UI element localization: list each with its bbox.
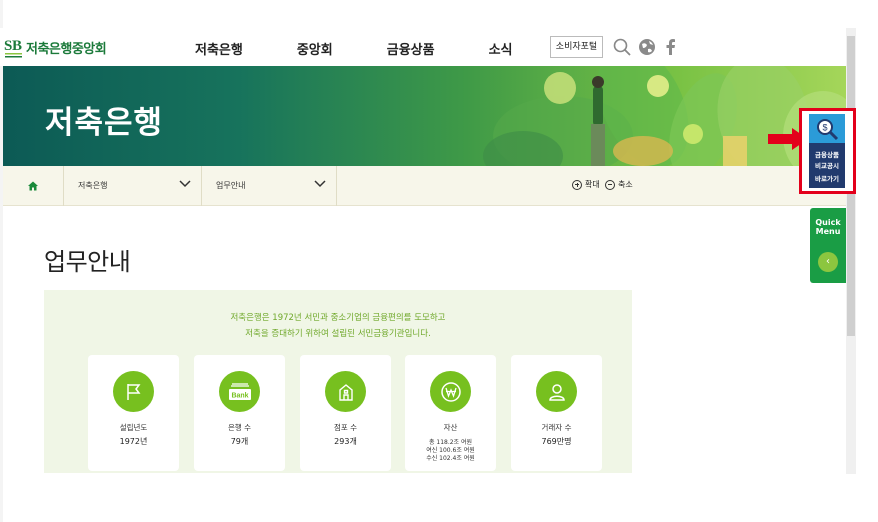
stat-value: 79개 xyxy=(230,437,249,446)
stat-label: 거래자 수 xyxy=(541,423,572,432)
home-button[interactable] xyxy=(3,166,63,206)
stat-label: 은행 수 xyxy=(227,423,252,432)
product-comparison-button[interactable]: $ 금융상품 비교공시 바로가기 xyxy=(809,114,845,188)
zoom-out-label: 축소 xyxy=(618,180,633,189)
business-info-box: 저축은행은 1972년 서민과 중소기업의 금융편의를 도모하고 저축을 증대하… xyxy=(44,290,632,473)
person-icon xyxy=(536,371,577,412)
flag-icon xyxy=(113,371,154,412)
magnifier-coin-icon: $ xyxy=(809,114,845,143)
page-scrollbar[interactable] xyxy=(846,28,856,474)
breadcrumb-level2-label: 업무안내 xyxy=(216,181,246,190)
nav-item-savings-bank[interactable]: 저축은행 xyxy=(195,39,243,58)
site-logo[interactable]: S B 저축은행중앙회 xyxy=(4,35,107,59)
chevron-down-icon xyxy=(314,180,326,188)
quick-menu-toggle-button[interactable]: ‹ xyxy=(818,252,838,272)
breadcrumb-dropdown-level2[interactable]: 업무안내 xyxy=(201,166,337,206)
won-icon xyxy=(430,371,471,412)
nav-item-news[interactable]: 소식 xyxy=(489,39,513,58)
stat-card-assets: 자산 총 118.2조 여원 여신 100.6조 여원 수신 102.4조 여원 xyxy=(405,355,496,471)
consumer-portal-button[interactable]: 소비자포털 xyxy=(550,36,603,58)
globe-icon[interactable] xyxy=(638,38,656,56)
svg-text:$: $ xyxy=(822,122,827,132)
breadcrumb: 저축은행 업무안내 확대 축소 xyxy=(3,166,846,206)
comparison-label-line2: 비교공시 xyxy=(815,162,839,170)
svg-text:B: B xyxy=(12,38,22,54)
intro-line-2: 저축을 증대하기 위하여 설립된 서민금융기관입니다. xyxy=(245,329,431,339)
product-comparison-highlight: $ 금융상품 비교공시 바로가기 xyxy=(799,108,856,194)
stat-label: 점포 수 xyxy=(333,423,358,432)
stat-label: 설립년도 xyxy=(119,423,148,432)
stat-card-customers: 거래자 수 769만명 xyxy=(511,355,602,471)
stat-value: 769만명 xyxy=(541,437,572,446)
stat-card-banks: Bank 은행 수 79개 xyxy=(194,355,285,471)
banner-title: 저축은행 xyxy=(45,105,164,141)
chevron-down-icon xyxy=(179,180,191,188)
quick-menu[interactable]: Quick Menu ‹ xyxy=(810,208,846,283)
nav-item-financial-products[interactable]: 금융상품 xyxy=(387,39,435,58)
asset-detail-deposits: 수신 102.4조 여원 xyxy=(426,455,475,462)
comparison-label-line1: 금융상품 xyxy=(815,151,839,159)
bank-icon: Bank xyxy=(219,371,260,412)
plus-circle-icon xyxy=(572,179,582,190)
stat-value: 293개 xyxy=(334,437,357,446)
zoom-in-button[interactable]: 확대 xyxy=(572,179,600,190)
intro-line-1: 저축은행은 1972년 서민과 중소기업의 금융편의를 도모하고 xyxy=(230,313,446,323)
search-icon[interactable] xyxy=(613,38,631,56)
chevron-left-icon: ‹ xyxy=(826,256,830,267)
minus-circle-icon xyxy=(605,179,615,190)
stat-value: 1972년 xyxy=(119,437,148,446)
zoom-in-label: 확대 xyxy=(585,180,600,189)
hero-banner: 저축은행 xyxy=(3,66,846,166)
page-title: 업무안내 xyxy=(44,248,131,276)
main-nav: 저축은행 중앙회 금융상품 소식 xyxy=(195,39,567,58)
logo-text: 저축은행중앙회 xyxy=(26,41,107,57)
breadcrumb-level1-label: 저축은행 xyxy=(78,181,108,190)
zoom-out-button[interactable]: 축소 xyxy=(605,179,633,190)
nav-item-federation[interactable]: 중앙회 xyxy=(297,39,333,58)
stat-card-founded: 설립년도 1972년 xyxy=(88,355,179,471)
breadcrumb-dropdown-level1[interactable]: 저축은행 xyxy=(63,166,201,206)
quick-menu-label: Quick Menu xyxy=(815,218,841,236)
building-icon xyxy=(325,371,366,412)
site-header: S B 저축은행중앙회 저축은행 중앙회 금융상품 소식 소비자포털 xyxy=(0,28,846,66)
facebook-icon[interactable] xyxy=(662,38,680,56)
home-icon xyxy=(28,181,38,191)
bank-icon-text: Bank xyxy=(231,392,248,399)
stat-label: 자산 xyxy=(443,423,458,432)
comparison-label-line3: 바로가기 xyxy=(815,175,839,183)
logo-mark-icon: S B xyxy=(4,38,22,58)
stat-card-branches: 점포 수 293개 xyxy=(300,355,391,471)
